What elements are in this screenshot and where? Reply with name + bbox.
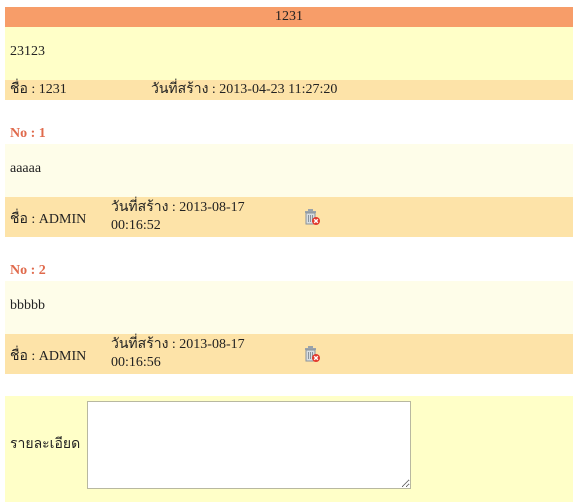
reply-created-time: 00:16:52	[111, 218, 161, 233]
topic-created: วันที่สร้าง : 2013-04-23 11:27:20	[151, 82, 338, 97]
reply-created: วันที่สร้าง : 2013-08-17 00:16:56	[111, 336, 281, 372]
detail-textarea[interactable]	[87, 401, 411, 489]
reply-created-date: วันที่สร้าง : 2013-08-17	[111, 200, 245, 215]
reply-created-time: 00:16:56	[111, 355, 161, 370]
topic-title: 1231	[5, 7, 573, 27]
reply-author: ชื่อ : ADMIN	[10, 212, 87, 227]
topic-meta: ชื่อ : 1231 วันที่สร้าง : 2013-04-23 11:…	[5, 80, 573, 100]
trash-delete-icon[interactable]	[302, 207, 322, 227]
reply-created: วันที่สร้าง : 2013-08-17 00:16:52	[111, 199, 281, 235]
reply-body-text: bbbbb	[10, 298, 45, 313]
reply-meta: ชื่อ : ADMIN วันที่สร้าง : 2013-08-17 00…	[5, 197, 573, 237]
reply-body: bbbbb	[5, 281, 573, 334]
reply-body: aaaaa	[5, 144, 573, 197]
reply-number: No : 1	[10, 126, 46, 141]
reply-form: รายละเอียด	[5, 396, 573, 502]
detail-label: รายละเอียด	[10, 437, 81, 452]
reply-meta: ชื่อ : ADMIN วันที่สร้าง : 2013-08-17 00…	[5, 334, 573, 374]
topic-body-text: 23123	[10, 44, 45, 59]
reply-body-text: aaaaa	[10, 161, 42, 176]
reply-author: ชื่อ : ADMIN	[10, 349, 87, 364]
reply-created-date: วันที่สร้าง : 2013-08-17	[111, 337, 245, 352]
trash-delete-icon[interactable]	[302, 344, 322, 364]
topic-author: ชื่อ : 1231	[10, 82, 67, 97]
reply-number: No : 2	[10, 263, 46, 278]
topic-body: 23123	[5, 27, 573, 80]
